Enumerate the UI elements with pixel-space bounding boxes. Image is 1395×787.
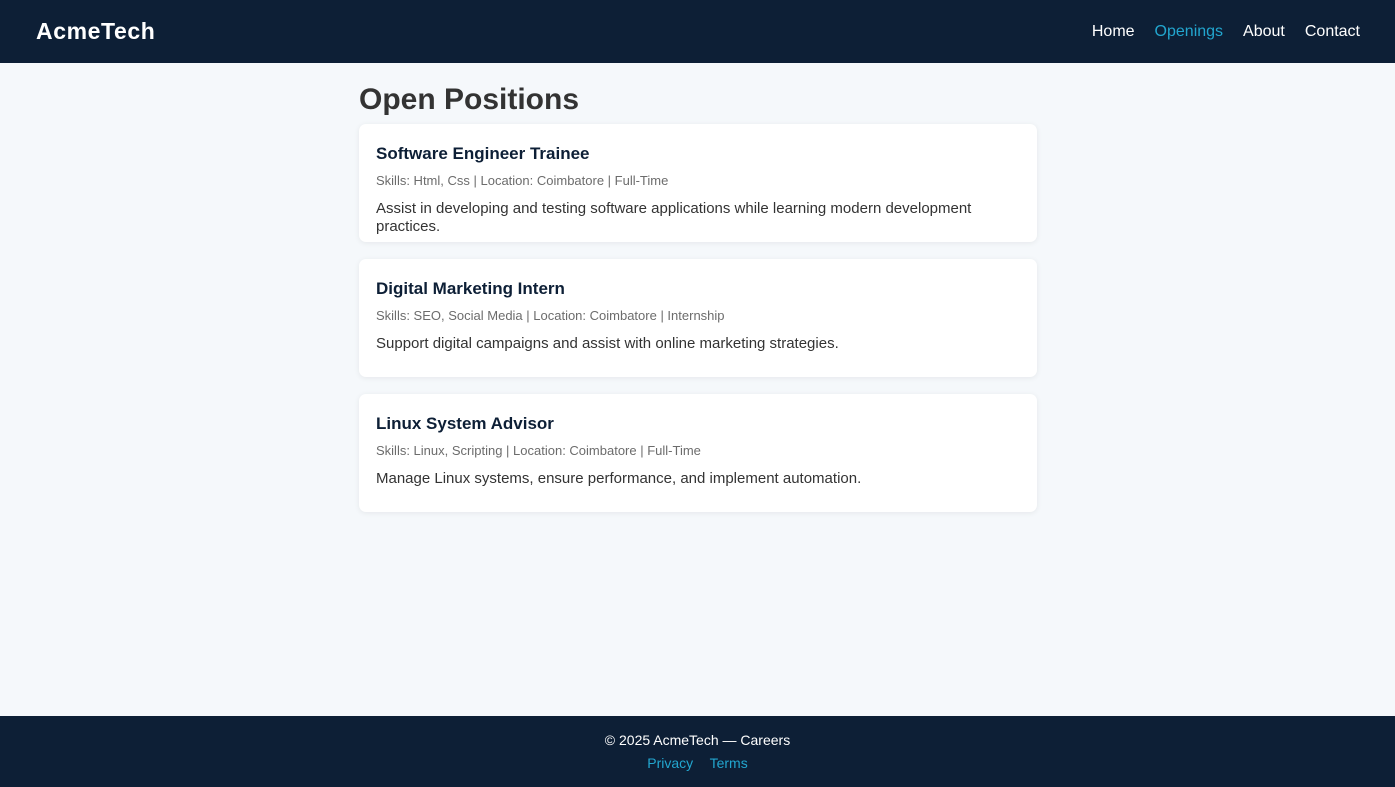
job-card-digital-marketing-intern[interactable]: Digital Marketing Intern Skills: SEO, So…: [359, 259, 1037, 377]
main-nav: Home Openings About Contact: [1072, 23, 1360, 41]
nav-link-home[interactable]: Home: [1092, 23, 1135, 41]
job-meta: Skills: SEO, Social Media | Location: Co…: [376, 308, 725, 323]
job-description: Support digital campaigns and assist wit…: [376, 335, 839, 352]
page-title: Open Positions: [359, 83, 580, 116]
job-meta: Skills: Html, Css | Location: Coimbatore…: [376, 173, 669, 188]
job-title: Software Engineer Trainee: [376, 144, 590, 163]
top-nav-bar: AcmeTech Home Openings About Contact: [0, 0, 1395, 63]
job-description: Manage Linux systems, ensure performance…: [376, 470, 862, 487]
footer-links: Privacy Terms: [0, 755, 1395, 773]
footer-copyright: © 2025 AcmeTech — Careers: [604, 732, 791, 748]
nav-link-openings[interactable]: Openings: [1155, 23, 1224, 41]
footer-link-terms[interactable]: Terms: [710, 755, 748, 771]
main-content: Open Positions Software Engineer Trainee…: [359, 82, 1037, 529]
brand-logo[interactable]: AcmeTech: [36, 18, 155, 45]
job-card-linux-system-advisor[interactable]: Linux System Advisor Skills: Linux, Scri…: [359, 394, 1037, 512]
footer-link-privacy[interactable]: Privacy: [647, 755, 693, 771]
job-title: Digital Marketing Intern: [376, 279, 565, 298]
nav-link-about[interactable]: About: [1243, 23, 1285, 41]
job-card-software-engineer-trainee[interactable]: Software Engineer Trainee Skills: Html, …: [359, 124, 1037, 242]
nav-link-contact[interactable]: Contact: [1305, 23, 1360, 41]
job-title: Linux System Advisor: [376, 414, 554, 433]
job-description: Assist in developing and testing softwar…: [376, 200, 972, 235]
job-meta: Skills: Linux, Scripting | Location: Coi…: [376, 443, 701, 458]
page-footer: © 2025 AcmeTech — Careers Privacy Terms: [0, 716, 1395, 787]
